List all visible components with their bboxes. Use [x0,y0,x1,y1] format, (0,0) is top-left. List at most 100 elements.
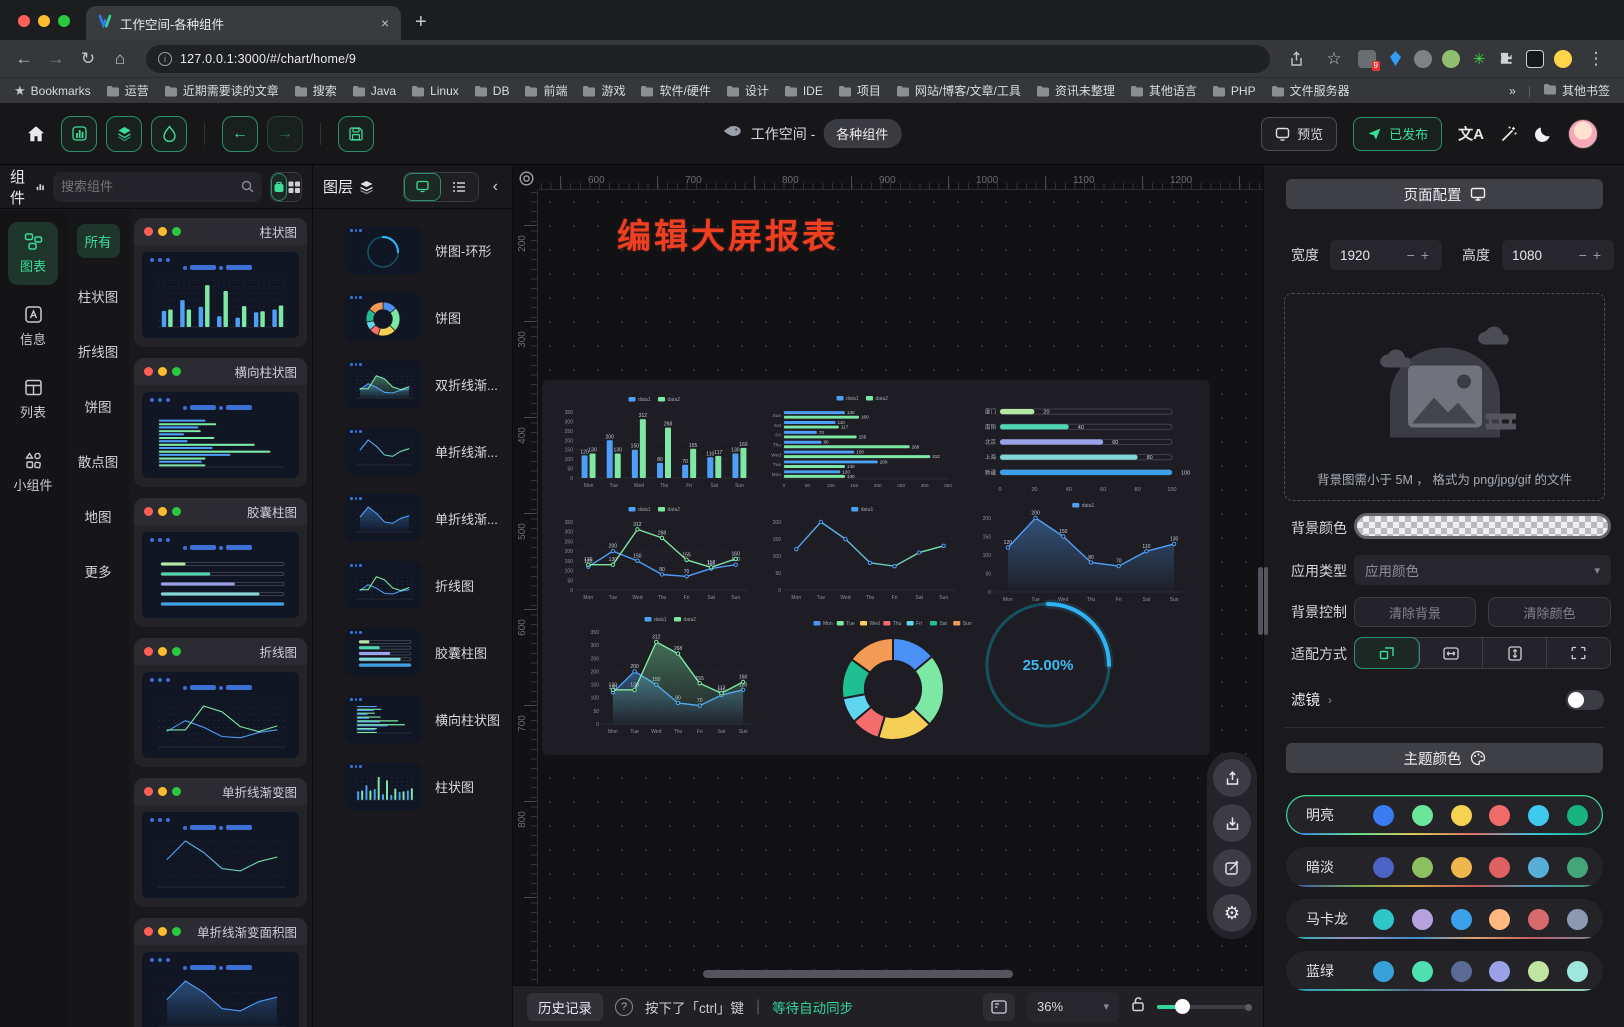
url-bar[interactable]: i 127.0.0.1:3000/#/chart/home/9 [146,45,1270,73]
minus-icon[interactable]: − [1404,247,1418,263]
ruler-eye-icon[interactable] [516,168,536,188]
sidebar-item-info[interactable]: 信息 [8,295,58,358]
single-view-button[interactable] [271,173,287,201]
zoom-slider[interactable] [1157,999,1249,1014]
width-stepper[interactable]: 1920 −+ [1330,240,1442,270]
clear-background-button[interactable]: 清除背景 [1354,597,1476,627]
bookmark-item[interactable]: 其他语言 [1130,82,1197,99]
preview-button[interactable]: 预览 [1261,117,1337,151]
bookmark-item[interactable]: 游戏 [582,82,625,99]
widget-area-line-chart[interactable]: 050100150200data11202001508070110130MonT… [974,498,1196,604]
window-controls[interactable] [18,15,70,27]
layer-item[interactable]: 横向柱状图 [313,690,512,748]
plus-icon[interactable]: + [1418,247,1432,263]
category-item[interactable]: 所有 [77,224,120,258]
widget-bar-chart[interactable]: 050100150200250300350data1data2120200150… [556,392,756,490]
dashboard-board[interactable]: 050100150200250300350data1data2120200150… [542,380,1210,755]
minus-icon[interactable]: − [1576,247,1590,263]
app-home-icon[interactable] [26,124,46,144]
share-icon[interactable] [1282,45,1310,73]
bookmark-item[interactable]: Linux [411,84,459,98]
category-item[interactable]: 柱状图 [70,279,127,313]
bookmark-item[interactable]: IDE [784,84,823,98]
layer-item[interactable]: 单折线渐... [313,422,512,480]
lock-icon[interactable] [1131,996,1145,1017]
save-button[interactable] [338,116,374,152]
layers-toggle-button[interactable] [106,116,142,152]
component-card[interactable]: 柱状图 [134,218,307,347]
config-scrollbar[interactable] [1264,567,1268,635]
theme-drop-button[interactable] [151,116,187,152]
extensions-puzzle-icon[interactable] [1498,50,1516,68]
profile-avatar-icon[interactable] [1554,50,1572,68]
zoom-select[interactable]: 36% ▾ [1027,992,1119,1022]
extension-icon-star[interactable]: ✳ [1470,50,1488,68]
bookmark-item[interactable]: 前端 [524,82,567,99]
bookmarks-overflow[interactable]: » [1509,84,1516,98]
help-icon[interactable]: ? [615,998,633,1016]
home-icon[interactable]: ⌂ [106,45,134,73]
width-value[interactable]: 1920 [1340,248,1404,263]
slider-knob[interactable] [1175,999,1190,1014]
import-icon[interactable] [1213,804,1251,842]
search-input[interactable] [61,179,237,194]
chevron-right-icon[interactable]: › [1328,693,1332,707]
component-card[interactable]: 胶囊柱图 [134,498,307,627]
theme-row[interactable]: 马卡龙 [1286,899,1603,939]
layer-item[interactable]: 饼图 [313,288,512,346]
theme-row[interactable]: 明亮 [1286,795,1603,835]
widget-hbar-chart[interactable]: data1data2050100150200250300350Mon120130… [764,392,964,490]
reload-icon[interactable]: ↻ [74,45,102,73]
grid-view-button[interactable] [287,173,301,201]
component-card[interactable]: 单折线渐变面积图 [134,918,307,1027]
layer-item[interactable]: 折线图 [313,556,512,614]
back-icon[interactable]: ← [10,45,38,73]
bg-color-swatch[interactable] [1354,513,1611,539]
app-type-select[interactable]: 应用颜色 ▾ [1354,555,1611,585]
big-screen-title-text[interactable]: 编辑大屏报表 [617,209,839,258]
undo-button[interactable]: ← [222,116,258,152]
settings-gear-icon[interactable]: ⚙ [1213,894,1251,932]
fit-width-button[interactable] [1419,638,1483,668]
edit-icon[interactable] [1213,849,1251,887]
project-name-pill[interactable]: 各种组件 [823,119,901,148]
layer-item[interactable]: 单折线渐... [313,489,512,547]
history-button[interactable]: 历史记录 [527,993,603,1021]
site-info-icon[interactable]: i [158,52,172,66]
bookmark-item[interactable]: 资讯未整理 [1036,82,1115,99]
list-view-button[interactable] [441,173,478,201]
fit-full-button[interactable] [1547,638,1610,668]
other-bookmarks[interactable]: 其他书签 [1543,82,1610,99]
theme-row[interactable]: 蓝绿 [1286,951,1603,991]
forward-icon[interactable]: → [42,45,70,73]
layout-panel-icon[interactable] [983,993,1015,1021]
language-translate-icon[interactable]: 文A [1458,123,1484,144]
extension-icon-dark[interactable] [1526,50,1544,68]
canvas-h-scrollbar[interactable] [703,970,1013,978]
browser-menu-icon[interactable]: ⋮ [1582,45,1610,73]
layer-item[interactable]: 胶囊柱图 [313,623,512,681]
bookmark-item[interactable]: 近期需要读的文章 [164,82,279,99]
sidebar-item-widget[interactable]: 小组件 [8,441,58,504]
height-stepper[interactable]: 1080 −+ [1502,240,1614,270]
widget-double-gradient-line-chart[interactable]: 050100150200250300350data1data2120200150… [582,612,762,736]
maximize-window-icon[interactable] [58,15,70,27]
sidebar-item-chart[interactable]: 图表 [8,222,58,285]
thumbnail-view-button[interactable] [404,173,441,201]
new-tab-button[interactable]: + [415,11,427,34]
bookmark-item[interactable]: 文件服务器 [1271,82,1350,99]
widget-gradient-line-chart[interactable]: 050100150200data1MonTueWedThuFriSatSun [764,502,964,602]
fit-scale-button[interactable] [1355,638,1419,668]
layer-item[interactable]: 柱状图 [313,757,512,815]
components-toggle-button[interactable] [61,116,97,152]
category-item[interactable]: 饼图 [77,389,120,423]
bookmark-item[interactable]: PHP [1212,84,1256,98]
bookmark-item[interactable]: 搜索 [294,82,337,99]
component-card[interactable]: 横向柱状图 [134,358,307,487]
extension-icon-grid[interactable]: 9 [1358,50,1376,68]
bookmark-star-icon[interactable]: ☆ [1320,45,1348,73]
bookmark-item[interactable]: 运营 [106,82,149,99]
category-item[interactable]: 更多 [77,554,120,588]
widget-capsule-chart[interactable]: 厦门20南阳40北京60上海80新疆100020406080100 [974,394,1196,494]
component-search[interactable] [53,172,262,202]
